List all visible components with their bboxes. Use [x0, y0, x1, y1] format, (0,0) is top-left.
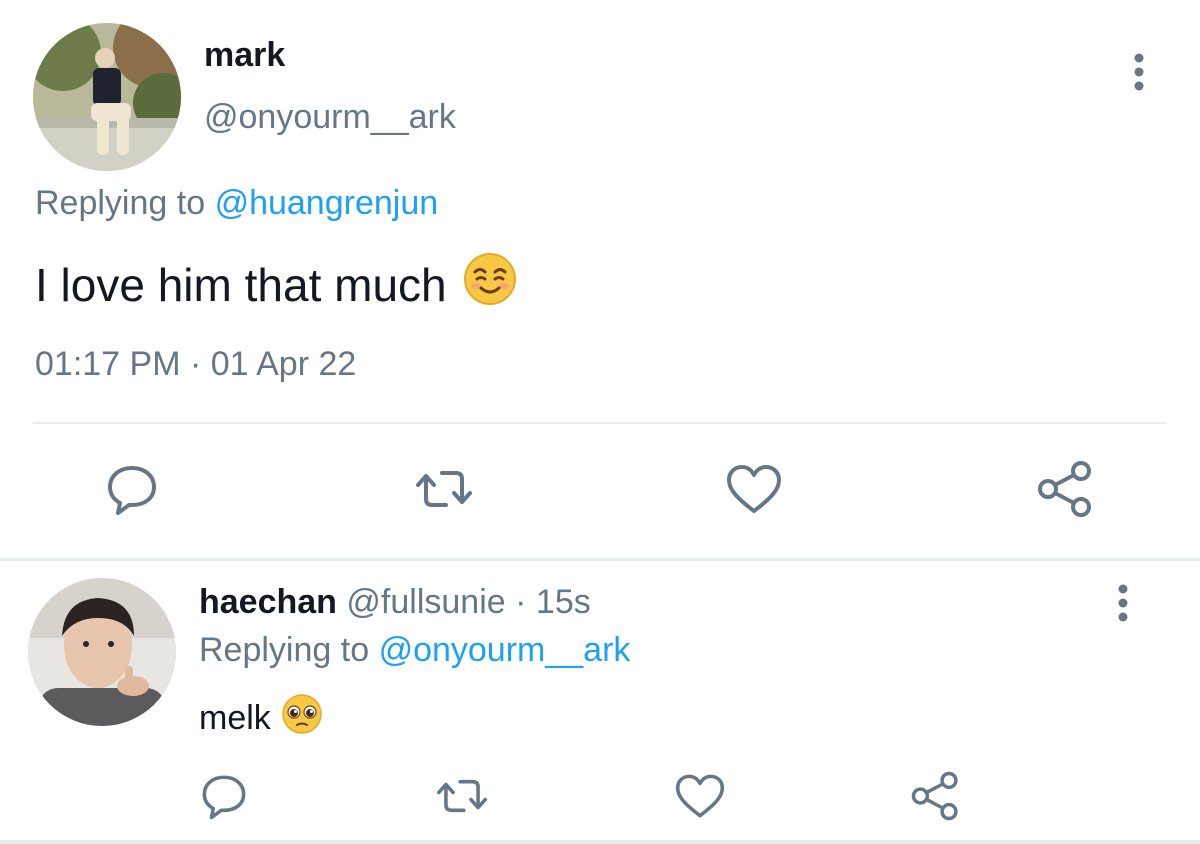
like-icon[interactable]	[670, 766, 730, 826]
avatar-photo	[33, 23, 181, 171]
reply-header: haechan @fullsunie · 15s	[199, 583, 591, 622]
more-options-icon[interactable]	[1108, 583, 1138, 623]
display-name[interactable]: mark	[204, 36, 285, 75]
replying-prefix: Replying to	[199, 631, 370, 669]
replying-handle-link[interactable]: @onyourm__ark	[379, 631, 631, 669]
retweet-icon[interactable]	[414, 459, 474, 519]
replying-to: Replying to @huangrenjun	[35, 184, 438, 223]
display-name[interactable]: haechan	[199, 583, 337, 621]
tweet-text: I love him that much	[35, 252, 517, 317]
share-icon[interactable]	[906, 766, 966, 826]
user-handle[interactable]: @fullsunie	[346, 583, 505, 621]
user-handle[interactable]: @onyourm__ark	[204, 98, 456, 137]
main-tweet: mark @onyourm__ark Replying to @huangren…	[0, 0, 1200, 560]
tweet-text-body: melk	[199, 699, 271, 737]
share-icon[interactable]	[1036, 459, 1096, 519]
reply-icon[interactable]	[102, 459, 162, 519]
divider	[33, 422, 1166, 424]
retweet-icon[interactable]	[432, 766, 492, 826]
like-icon[interactable]	[724, 459, 784, 519]
replying-prefix: Replying to	[35, 184, 206, 222]
meta-separator: ·	[515, 583, 527, 621]
more-options-icon[interactable]	[1124, 52, 1154, 92]
reply-tweet[interactable]: haechan @fullsunie · 15s Replying to @on…	[0, 561, 1200, 844]
tweet-text-body: I love him that much	[35, 258, 447, 311]
tweet-age: 15s	[535, 583, 591, 621]
replying-handle-link[interactable]: @huangrenjun	[215, 184, 439, 222]
avatar[interactable]	[33, 23, 181, 171]
timestamp: 01:17 PM · 01 Apr 22	[35, 345, 357, 383]
tweet-text: melk	[199, 693, 323, 744]
pleading-face-emoji-icon	[281, 693, 323, 744]
avatar-photo	[28, 578, 176, 726]
smiling-face-emoji-icon	[463, 252, 517, 317]
reply-icon[interactable]	[194, 766, 254, 826]
replying-to: Replying to @onyourm__ark	[199, 631, 630, 670]
avatar[interactable]	[28, 578, 176, 726]
bottom-divider	[0, 840, 1200, 844]
